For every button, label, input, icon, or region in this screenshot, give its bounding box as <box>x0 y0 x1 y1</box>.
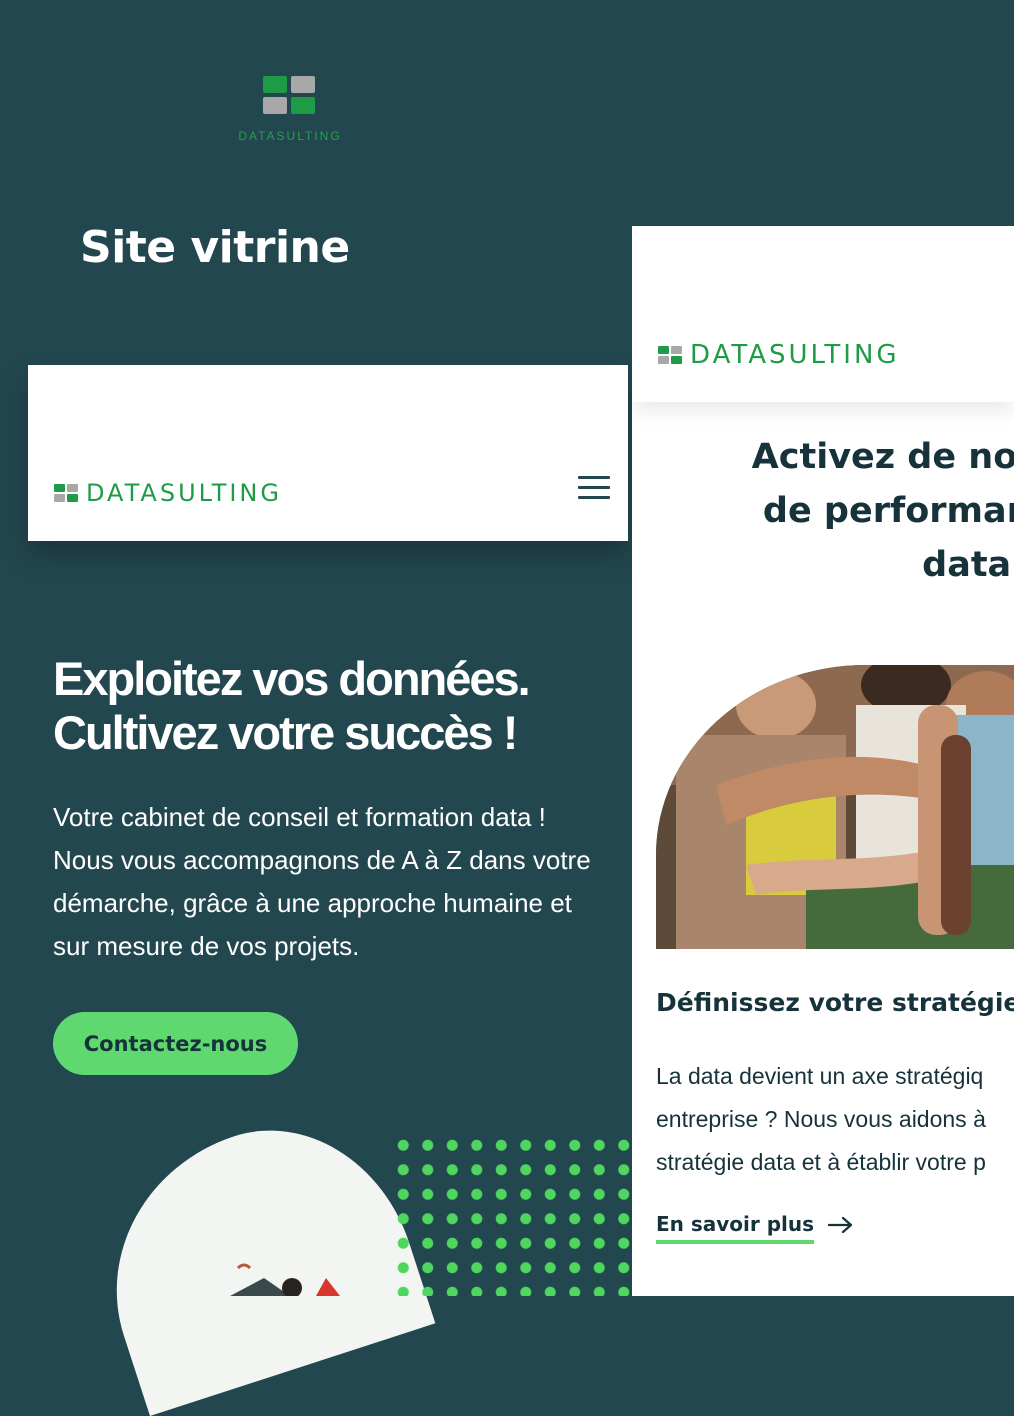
arrow-right-icon <box>828 1216 853 1234</box>
datasulting-logo-icon <box>658 345 682 365</box>
top-logo: DATASULTING <box>210 76 370 143</box>
hero-title: Exploitez vos données. Cultivez votre su… <box>53 652 531 759</box>
hero-description: Votre cabinet de conseil et formation da… <box>53 802 591 961</box>
hamburger-icon[interactable] <box>578 476 610 502</box>
datasulting-logo-icon <box>263 76 317 116</box>
logo-wordmark: DATASULTING <box>238 129 342 143</box>
mockup-tablet-header: DATASULTING <box>632 226 1014 402</box>
brand-logo[interactable]: DATASULTING <box>54 479 282 507</box>
learn-more-link[interactable]: En savoir plus <box>656 1212 854 1244</box>
datasulting-logo-icon <box>54 483 78 503</box>
contact-button[interactable]: Contactez-nous <box>53 1012 298 1075</box>
section-description: La data devient un axe stratégiq entrepr… <box>656 1063 986 1175</box>
hero-image-figure <box>230 1263 340 1296</box>
hero-image-shape <box>75 1095 436 1416</box>
brand-name: DATASULTING <box>86 479 282 507</box>
learn-more-label: En savoir plus <box>656 1212 815 1244</box>
mockup-tablet-page: DATASULTING Activez de nouvea de perform… <box>632 226 1014 1296</box>
decorative-dot-pattern <box>392 1134 632 1296</box>
brand-name: DATASULTING <box>690 340 900 370</box>
section-title: Site vitrine <box>80 222 350 273</box>
page-headline: Activez de nouvea de performance g data … <box>751 437 1014 585</box>
brand-logo[interactable]: DATASULTING <box>658 340 900 370</box>
section-subtitle: Définissez votre stratégie D <box>656 988 1014 1017</box>
mockup-mobile-header: DATASULTING <box>28 365 628 541</box>
team-hands-photo <box>656 665 1014 949</box>
